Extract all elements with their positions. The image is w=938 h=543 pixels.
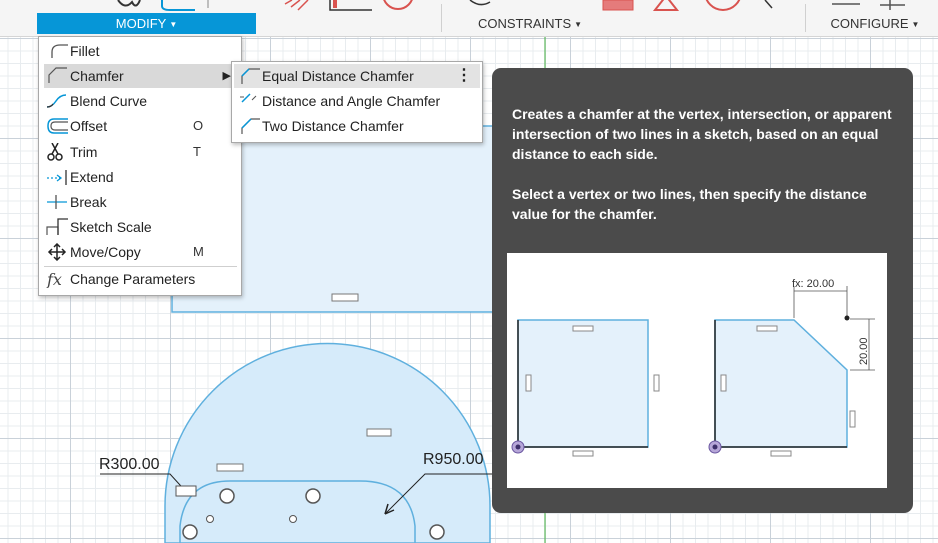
tangent-constraint-icon-4 <box>429 524 445 540</box>
toolbar-separator <box>441 4 442 32</box>
chamfer-dimension-label: fx: 20.00 <box>792 278 834 290</box>
center-point-2 <box>289 515 297 523</box>
tooltip-instructions: Select a vertex or two lines, then speci… <box>512 186 867 222</box>
horizontal-constraint-icon <box>331 293 359 302</box>
shortcut-key: O <box>193 118 204 133</box>
submenu-item-equal-distance-chamfer[interactable]: Equal Distance Chamfer ⋮ <box>234 64 480 88</box>
chamfer-icon-glyph <box>48 67 67 83</box>
slot-tool-icon <box>161 0 195 11</box>
menu-item-label: Sketch Scale <box>70 219 152 235</box>
chamfer-vertical-dimension: 20.00 <box>858 337 870 365</box>
modify-dropdown[interactable]: MODIFY ▼ <box>37 13 256 34</box>
menu-item-move-copy[interactable]: Move/Copy M <box>44 240 237 264</box>
menu-item-label: Blend Curve <box>70 93 148 109</box>
circle-constraint-icon <box>383 0 413 10</box>
caret-down-icon: ▼ <box>911 20 920 29</box>
menu-item-label: Extend <box>70 169 114 185</box>
menu-item-label: Fillet <box>70 43 100 59</box>
blend-curve-icon <box>46 94 67 108</box>
submenu-item-distance-angle-chamfer[interactable]: Distance and Angle Chamfer <box>234 89 480 113</box>
extra-tool-icon <box>764 0 773 9</box>
chamfer-before-after-diagram: fx: 20.00 20.00 <box>511 278 875 457</box>
coincident-constraint-icon <box>175 485 197 497</box>
center-point <box>206 515 214 523</box>
menu-item-label: Break <box>70 194 107 210</box>
radius-dimension-left[interactable]: R300.00 <box>99 456 160 474</box>
menu-item-label: Chamfer <box>70 68 124 84</box>
menu-item-fillet[interactable]: Fillet <box>44 39 237 63</box>
configure-tool-icon <box>832 0 905 10</box>
fx-icon: fx <box>46 270 62 288</box>
menu-item-extend[interactable]: Extend <box>44 165 237 189</box>
menu-item-blend-curve[interactable]: Blend Curve <box>44 89 237 113</box>
toolbar-separator <box>805 4 806 32</box>
menu-item-change-parameters[interactable]: fx Change Parameters <box>44 267 237 291</box>
tangent-tool-icon <box>469 0 491 6</box>
distance-angle-chamfer-icon <box>240 93 257 103</box>
tooltip-description: Creates a chamfer at the vertex, interse… <box>512 106 892 162</box>
extend-icon <box>47 170 67 185</box>
submenu-item-label: Two Distance Chamfer <box>262 118 404 134</box>
menu-item-chamfer[interactable]: Chamfer ▶ <box>44 64 237 88</box>
menu-item-label: Trim <box>70 144 98 160</box>
break-icon <box>47 195 67 209</box>
offset-icon <box>47 118 68 134</box>
sketch-scale-icon <box>46 218 68 235</box>
modify-menu: Fillet Chamfer ▶ Blend Curve Offset O Tr… <box>38 36 242 296</box>
svg-text:fx: fx <box>46 270 62 288</box>
menu-item-trim[interactable]: Trim T <box>44 140 237 164</box>
shortcut-key: T <box>193 144 201 159</box>
tooltip-illustration: fx: 20.00 20.00 <box>507 253 887 488</box>
menu-item-label: Change Parameters <box>70 271 196 287</box>
menu-item-sketch-scale[interactable]: Sketch Scale <box>44 215 237 239</box>
constraints-dropdown[interactable]: CONSTRAINTS ▼ <box>455 13 605 34</box>
tangent-constraint-icon-2 <box>305 488 321 504</box>
command-tooltip: Creates a chamfer at the vertex, interse… <box>492 68 913 513</box>
constraints-label: CONSTRAINTS <box>477 16 572 31</box>
chamfer-submenu: Equal Distance Chamfer ⋮ Distance and An… <box>231 61 483 143</box>
fix-constraint-icon <box>602 0 634 11</box>
spline-tool-icon <box>117 0 141 7</box>
sketch-arch-outer <box>164 342 491 543</box>
menu-item-label: Offset <box>70 118 108 134</box>
menu-item-label: Move/Copy <box>70 244 141 260</box>
menu-item-break[interactable]: Break <box>44 190 237 214</box>
trim-scissors-icon <box>47 143 63 161</box>
two-distance-chamfer-icon <box>241 118 260 134</box>
submenu-arrow-icon: ▶ <box>222 70 231 82</box>
ribbon-toolbar: MODIFY ▼ CONSTRAINTS ▼ CONFIGURE ▼ <box>0 0 938 37</box>
kebab-menu-icon[interactable]: ⋮ <box>456 64 472 88</box>
menu-item-offset[interactable]: Offset O <box>44 114 237 138</box>
toolbar-partial-icons <box>117 0 905 11</box>
modify-label: MODIFY <box>115 16 167 31</box>
radius-dimension-right[interactable]: R950.00 <box>423 451 484 469</box>
equal-distance-chamfer-icon <box>241 68 260 84</box>
horizontal-constraint-icon-2 <box>216 463 244 472</box>
configure-label: CONFIGURE <box>830 16 909 31</box>
tangent-constraint-icon-3 <box>182 524 198 540</box>
concentric-constraint-icon <box>705 0 741 11</box>
tangent-constraint-icon <box>219 488 235 504</box>
parallel-constraint-icon <box>366 428 392 437</box>
symmetry-constraint-icon <box>652 0 680 11</box>
hatch-tool-icon <box>284 0 309 11</box>
configure-dropdown[interactable]: CONFIGURE ▼ <box>815 13 935 34</box>
submenu-item-label: Equal Distance Chamfer <box>262 68 414 84</box>
shortcut-key: M <box>193 244 204 259</box>
caret-down-icon: ▼ <box>574 20 583 29</box>
caret-down-icon: ▼ <box>169 20 178 29</box>
move-copy-icon <box>47 243 67 261</box>
submenu-item-two-distance-chamfer[interactable]: Two Distance Chamfer <box>234 114 480 138</box>
submenu-item-label: Distance and Angle Chamfer <box>262 93 441 109</box>
fillet-icon <box>51 44 68 58</box>
